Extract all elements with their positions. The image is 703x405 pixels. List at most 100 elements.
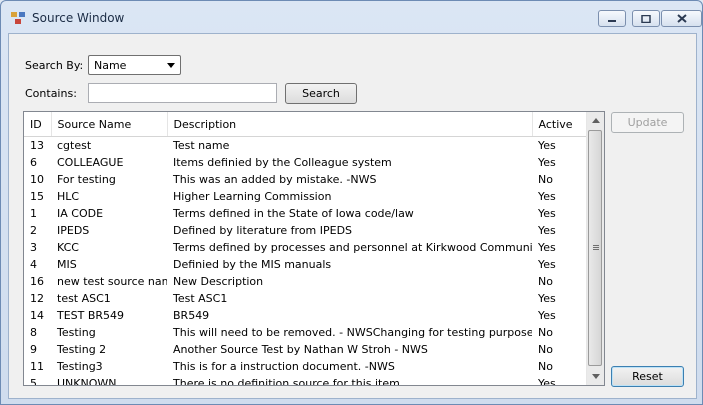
scroll-up-icon [591,118,600,123]
cell-active: Yes [538,190,556,203]
cell-id: 14 [30,309,44,322]
maximize-button[interactable] [632,10,660,27]
table-row[interactable]: 12 test ASC1 Test ASC1 Yes [24,290,589,307]
minimize-button[interactable] [598,10,626,27]
table-row[interactable]: 8 Testing This will need to be removed. - … [24,324,589,341]
maximize-icon [641,14,651,23]
title-bar[interactable]: Source Window [1,1,702,33]
table-row[interactable]: 14 TEST BR549 BR549 Yes [24,307,589,324]
cell-source-name: IA CODE [57,207,104,220]
grip-line [593,249,599,250]
table-row[interactable]: 3 KCC Terms defined by processes and perso… [24,239,589,256]
cell-source-name: test ASC1 [57,292,111,305]
cell-active: Yes [538,241,556,254]
table-row[interactable]: 6 COLLEAGUE Items definied by the Colleagu… [24,154,589,171]
cell-source-name: For testing [57,173,116,186]
cell-description: BR549 [173,309,210,322]
source-list[interactable]: ID Source Name Description Active 13 cgte… [23,111,605,386]
cell-id: 13 [30,139,44,152]
cell-active: Yes [538,309,556,322]
scroll-down-icon [591,374,600,379]
grip-line [593,245,599,246]
table-row[interactable]: 13 cgtest Test name Yes [24,137,589,155]
cell-id: 3 [30,241,37,254]
column-header-active[interactable]: Active [532,112,590,137]
column-header-source-name[interactable]: Source Name [51,112,168,137]
cell-description: There is no definition source for this i… [173,377,400,386]
source-table: ID Source Name Description Active 13 cgte… [24,112,590,386]
cell-id: 9 [30,343,37,356]
dropdown-arrow-icon [167,63,175,68]
cell-description: New Description [173,275,264,288]
cell-active: No [538,275,553,288]
column-header-id[interactable]: ID [24,112,52,137]
table-row[interactable]: 5 UNKNOWN There is no definition source fo… [24,375,589,386]
close-button[interactable] [661,10,702,27]
cell-source-name: new test source name [57,275,167,288]
table-row[interactable]: 9 Testing 2 Another Source Test by Nathan … [24,341,589,358]
cell-source-name: COLLEAGUE [57,156,124,169]
cell-active: Yes [538,258,556,271]
grip-line [593,247,599,248]
cell-active: Yes [538,224,556,237]
cell-id: 4 [30,258,37,271]
application-icon [11,12,25,24]
cell-description: Test name [173,139,230,152]
cell-id: 16 [30,275,44,288]
cell-active: Yes [538,156,556,169]
reset-button[interactable]: Reset [611,366,684,387]
cell-id: 10 [30,173,44,186]
cell-active: No [538,343,553,356]
cell-source-name: TEST BR549 [57,309,125,322]
table-row[interactable]: 1 IA CODE Terms defined in the State of Io… [24,205,589,222]
table-row[interactable]: 4 MIS Definied by the MIS manuals Yes [24,256,589,273]
cell-source-name: Testing 2 [57,343,107,356]
cell-description: This will need to be removed. - NWSChang… [173,326,532,339]
scroll-thumb[interactable] [588,130,602,366]
vertical-scrollbar[interactable] [586,112,604,385]
cell-id: 15 [30,190,44,203]
cell-id: 6 [30,156,37,169]
cell-description: Defined by literature from IPEDS [173,224,353,237]
table-row[interactable]: 11 Testing3 This is for a instruction docu… [24,358,589,375]
minimize-icon [608,19,616,22]
cell-active: Yes [538,207,556,220]
cell-description: Another Source Test by Nathan W Stroh - … [173,343,428,356]
update-button[interactable]: Update [611,112,684,133]
table-row[interactable]: 10 For testing This was an added by mistak… [24,171,589,188]
scroll-down-button[interactable] [587,368,604,385]
cell-description: Definied by the MIS manuals [173,258,332,271]
cell-source-name: cgtest [57,139,92,152]
cell-description: Test ASC1 [173,292,228,305]
search-by-dropdown[interactable]: Name [88,55,181,75]
close-icon [676,14,687,23]
column-header-description[interactable]: Description [167,112,533,137]
cell-active: No [538,326,553,339]
scroll-up-button[interactable] [587,112,604,129]
contains-label: Contains: [25,87,77,100]
search-by-value: Name [94,59,127,72]
cell-description: Terms defined in the State of Iowa code/… [173,207,414,220]
cell-id: 12 [30,292,44,305]
cell-id: 1 [30,207,37,220]
table-row[interactable]: 2 IPEDS Defined by literature from IPEDS Ye… [24,222,589,239]
source-window: Source Window Search By: Name Contains: … [0,0,703,405]
cell-description: Items definied by the Colleague system [173,156,392,169]
table-row[interactable]: 16 new test source name New Description No [24,273,589,290]
cell-id: 5 [30,377,37,386]
cell-source-name: Testing [57,326,96,339]
cell-active: No [538,173,553,186]
cell-source-name: UNKNOWN [57,377,117,386]
cell-id: 11 [30,360,44,373]
cell-source-name: HLC [57,190,80,203]
cell-source-name: KCC [57,241,79,254]
contains-input[interactable] [88,83,277,103]
cell-description: Higher Learning Commission [173,190,332,203]
search-button[interactable]: Search [285,83,357,104]
cell-id: 2 [30,224,37,237]
table-row[interactable]: 15 HLC Higher Learning Commission Yes [24,188,589,205]
cell-active: No [538,360,553,373]
window-title: Source Window [32,11,125,25]
table-header-row: ID Source Name Description Active [24,112,590,137]
cell-source-name: MIS [57,258,77,271]
